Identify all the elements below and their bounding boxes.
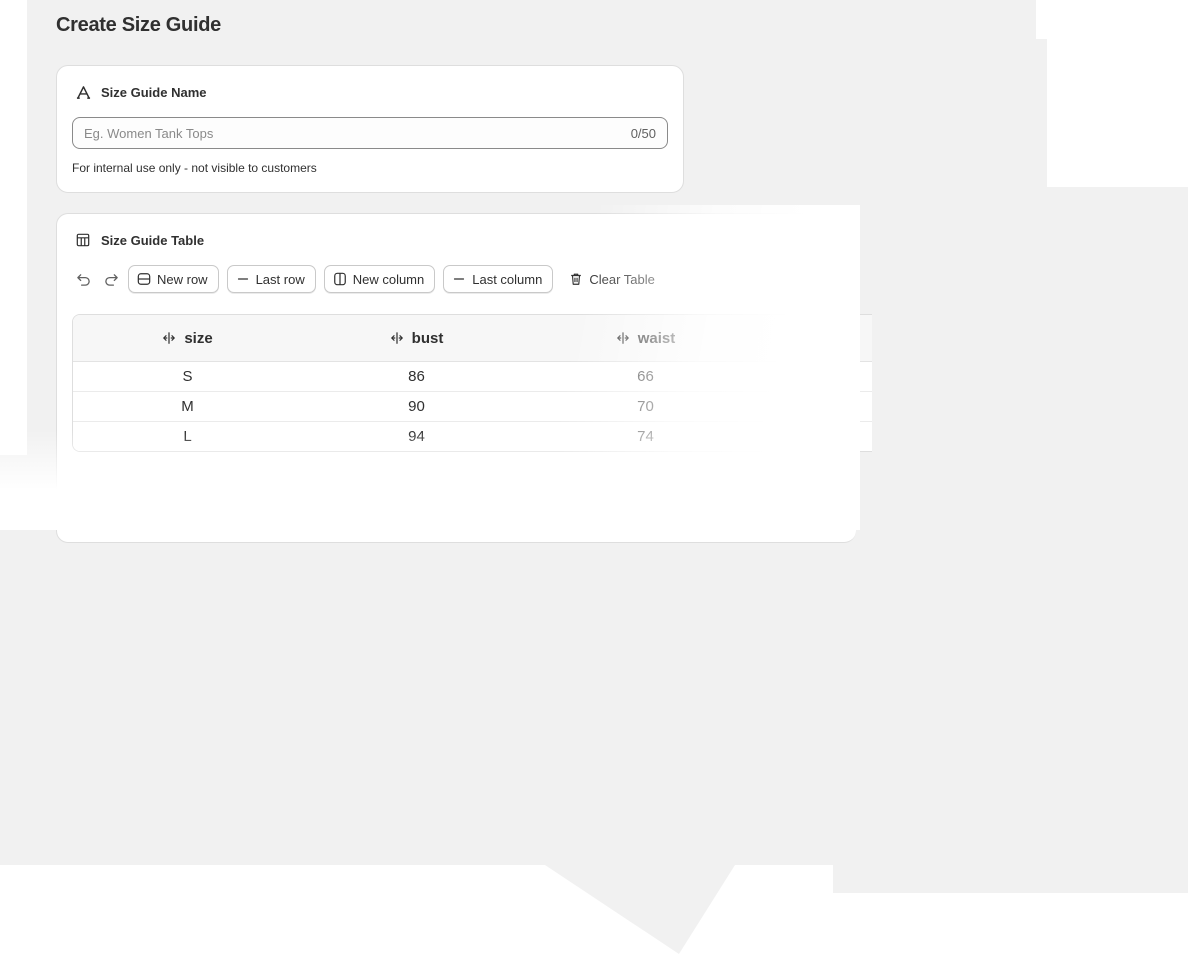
size-guide-name-field[interactable]: 0/50	[72, 117, 668, 149]
column-header[interactable]: waist	[531, 315, 760, 361]
text-a-icon	[75, 84, 91, 100]
undo-icon[interactable]	[72, 268, 94, 290]
size-guide-table-card: Size Guide Table New row Last row New co…	[56, 213, 872, 543]
last-row-label: Last row	[255, 271, 305, 287]
page-background-bottom	[833, 865, 1047, 893]
last-row-button[interactable]: Last row	[226, 265, 316, 293]
last-column-label: Last column	[472, 271, 543, 287]
size-guide-name-heading: Size Guide Name	[75, 84, 206, 100]
size-guide-table-title: Size Guide Table	[101, 232, 205, 248]
size-guide-name-title: Size Guide Name	[101, 84, 207, 100]
column-icon	[333, 272, 347, 286]
size-guide-table-heading: Size Guide Table	[75, 232, 204, 248]
column-header-label: bust	[411, 329, 444, 347]
table-cell[interactable]: M	[73, 392, 302, 421]
new-row-button[interactable]: New row	[128, 265, 219, 293]
page-title: Create Size Guide	[56, 14, 221, 36]
trash-icon	[569, 272, 583, 286]
table-cell[interactable]: 86	[302, 362, 531, 391]
column-header-label: waist	[637, 329, 676, 347]
minus-icon	[452, 272, 466, 286]
table-cell[interactable]: 90	[302, 392, 531, 421]
size-guide-name-input[interactable]	[73, 118, 631, 148]
page-background-right	[1047, 187, 1188, 893]
column-header[interactable]: bust	[302, 315, 531, 361]
new-row-label: New row	[157, 271, 208, 287]
column-resize-icon[interactable]	[616, 331, 630, 345]
table-cell[interactable]: 66	[531, 362, 760, 391]
table-cell[interactable]: S	[73, 362, 302, 391]
page-background-strip	[1036, 39, 1047, 865]
new-column-label: New column	[352, 271, 425, 287]
table-row: L 94 74	[73, 422, 872, 451]
size-guide-name-card: Size Guide Name 0/50 For internal use on…	[56, 65, 684, 193]
character-count: 0/50	[630, 125, 656, 141]
table-cell[interactable]: 94	[302, 422, 531, 451]
last-column-button[interactable]: Last column	[443, 265, 554, 293]
column-header-label: size	[184, 329, 213, 347]
page-background-notch	[545, 865, 735, 954]
minus-icon	[236, 272, 250, 286]
table-row: S 86 66	[73, 362, 872, 392]
app-window: Create Size Guide Size Guide Name 0/50 F…	[0, 0, 1188, 954]
redo-icon[interactable]	[100, 268, 122, 290]
table-row: M 90 70	[73, 392, 872, 422]
table-icon	[75, 232, 91, 248]
row-icon	[137, 272, 151, 286]
new-column-button[interactable]: New column	[323, 265, 436, 293]
clear-table-label: Clear Table	[589, 271, 655, 287]
table-cell[interactable]: L	[73, 422, 302, 451]
help-text: For internal use only - not visible to c…	[72, 161, 317, 175]
table-toolbar: New row Last row New column Last column	[72, 265, 673, 293]
table-cell[interactable]: 74	[531, 422, 760, 451]
page-background-left	[0, 455, 27, 865]
size-guide-grid: size bust waist S 86 66 M 90 70 L 94 74	[72, 314, 872, 452]
column-resize-icon[interactable]	[162, 331, 176, 345]
column-header[interactable]: size	[73, 315, 302, 361]
table-cell[interactable]: 70	[531, 392, 760, 421]
clear-table-button[interactable]: Clear Table	[561, 265, 665, 293]
column-resize-icon[interactable]	[390, 331, 404, 345]
grid-header-row: size bust waist	[73, 315, 872, 362]
